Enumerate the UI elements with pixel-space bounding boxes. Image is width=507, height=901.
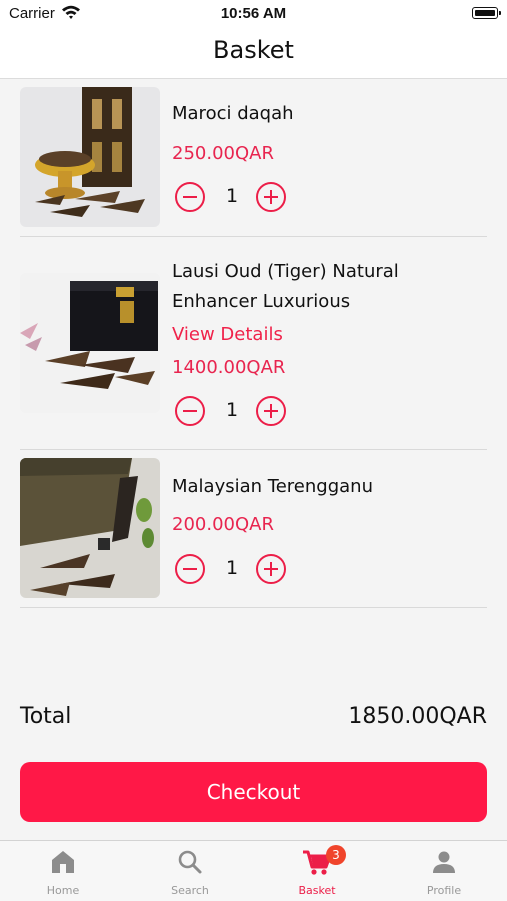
quantity-value: 1 <box>225 557 239 579</box>
increase-quantity-button[interactable] <box>256 396 286 426</box>
status-bar: Carrier 10:56 AM <box>0 0 507 30</box>
tab-bar: Home Search 3 Basket Profile <box>0 840 507 901</box>
total-label: Total <box>20 704 72 729</box>
minus-icon <box>183 567 197 570</box>
decrease-quantity-button[interactable] <box>175 396 205 426</box>
minus-icon <box>183 195 197 198</box>
item-price: 250.00QAR <box>172 143 274 164</box>
increase-quantity-button[interactable] <box>256 554 286 584</box>
status-time: 10:56 AM <box>220 5 287 22</box>
decrease-quantity-button[interactable] <box>175 182 205 212</box>
basket-item: Malaysian Terengganu 200.00QAR 1 <box>20 450 487 608</box>
home-icon <box>52 851 74 873</box>
increase-quantity-button[interactable] <box>256 182 286 212</box>
decrease-quantity-button[interactable] <box>175 554 205 584</box>
tab-label: Home <box>46 884 80 897</box>
total-value: 1850.00QAR <box>348 704 487 729</box>
page-title: Basket <box>213 36 294 64</box>
tab-label: Profile <box>426 884 462 897</box>
basket-item: Lausi Oud (Tiger) Natural Enhancer Luxur… <box>20 237 487 450</box>
tab-search[interactable]: Search <box>127 841 253 901</box>
product-image[interactable] <box>20 458 160 598</box>
item-price: 1400.00QAR <box>172 357 286 378</box>
tab-label: Basket <box>298 884 336 897</box>
checkout-button[interactable]: Checkout <box>20 762 487 822</box>
tab-label: Search <box>171 884 209 897</box>
cart-badge: 3 <box>326 845 346 865</box>
tab-profile[interactable]: Profile <box>381 841 507 901</box>
battery-icon <box>472 7 501 19</box>
item-name-line-1: Lausi Oud (Tiger) Natural <box>172 261 399 282</box>
navigation-bar: Basket <box>0 30 507 79</box>
quantity-value: 1 <box>225 399 239 421</box>
product-image[interactable] <box>20 273 160 413</box>
search-icon <box>178 850 202 874</box>
person-icon <box>433 851 455 873</box>
item-name: Lausi Oud (Tiger) Natural Enhancer Luxur… <box>172 257 399 317</box>
minus-icon <box>183 409 197 412</box>
quantity-value: 1 <box>225 185 239 207</box>
product-image[interactable] <box>20 87 160 227</box>
item-name-line-2: Enhancer Luxurious <box>172 291 351 312</box>
tab-home[interactable]: Home <box>0 841 126 901</box>
item-name: Maroci daqah <box>172 103 294 124</box>
basket-item: Maroci daqah 250.00QAR 1 <box>20 80 487 237</box>
tab-basket[interactable]: 3 Basket <box>254 841 380 901</box>
view-details-link[interactable]: View Details <box>172 324 283 345</box>
item-price: 200.00QAR <box>172 514 274 535</box>
item-name: Malaysian Terengganu <box>172 476 373 497</box>
